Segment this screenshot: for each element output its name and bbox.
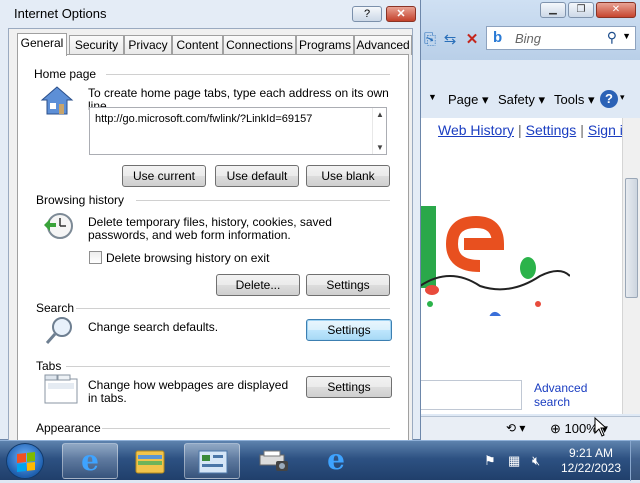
volume-muted-icon[interactable]: 🔇︎ bbox=[532, 453, 540, 469]
divider bbox=[102, 428, 390, 429]
general-tab-panel: Home page To create home page tabs, type… bbox=[17, 54, 409, 441]
home-page-textbox[interactable]: http://go.microsoft.com/fwlink/?LinkId=6… bbox=[89, 107, 387, 155]
tab-content[interactable]: Content bbox=[172, 35, 223, 55]
search-description: Change search defaults. bbox=[88, 320, 219, 334]
advanced-search-link[interactable]: Advanced search bbox=[534, 381, 622, 409]
taskbar-internet-explorer-2[interactable]: e bbox=[308, 443, 364, 479]
help-icon[interactable]: ? bbox=[600, 90, 618, 108]
web-page: Web History | Settings | Sign in Advanced se… bbox=[420, 118, 631, 414]
system-tray: ⚑ ▦ 🔇︎ 9:21 AM 12/22/2023 bbox=[478, 441, 640, 481]
control-panel-icon bbox=[198, 450, 228, 474]
close-button[interactable]: ✕ bbox=[386, 6, 416, 22]
use-default-button[interactable]: Use default bbox=[215, 165, 299, 187]
tab-connections[interactable]: Connections bbox=[223, 35, 296, 55]
compatibility-icon[interactable]: ⎘ bbox=[420, 30, 440, 50]
tabs-settings-button[interactable]: Settings bbox=[306, 376, 392, 398]
doodle-logo[interactable] bbox=[420, 206, 570, 316]
tools-menu[interactable]: Tools ▾ bbox=[554, 92, 595, 108]
tab-privacy[interactable]: Privacy bbox=[124, 35, 172, 55]
command-bar: ▼ Page ▾ Safety ▾ Tools ▾ ? ▾ bbox=[420, 88, 640, 112]
internet-options-dialog: Internet Options ? ✕ General Security Pr… bbox=[0, 0, 421, 441]
taskbar-devices[interactable] bbox=[246, 443, 302, 479]
divider bbox=[76, 308, 390, 309]
tab-programs[interactable]: Programs bbox=[296, 35, 354, 55]
safety-menu[interactable]: Safety ▾ bbox=[498, 92, 545, 108]
divider bbox=[136, 200, 390, 201]
internet-explorer-icon: e bbox=[327, 443, 345, 476]
network-icon[interactable]: ▦ bbox=[508, 453, 520, 469]
mouse-cursor-icon bbox=[594, 417, 608, 437]
tabs-description: Change how webpages are displayed in tab… bbox=[88, 378, 289, 405]
bing-logo-icon: b bbox=[493, 29, 503, 46]
scroll-down-icon[interactable]: ▼ bbox=[376, 143, 384, 152]
magnifier-icon bbox=[45, 317, 72, 344]
clock-time: 9:21 AM bbox=[568, 446, 614, 460]
page-search-input[interactable] bbox=[420, 380, 522, 410]
delete-history-button[interactable]: Delete... bbox=[216, 274, 300, 296]
use-current-button[interactable]: Use current bbox=[122, 165, 206, 187]
tabs-icon bbox=[44, 374, 78, 404]
folder-icon bbox=[135, 450, 165, 474]
stop-icon[interactable]: ✕ bbox=[462, 30, 482, 50]
home-icon bbox=[40, 86, 74, 115]
maximize-button[interactable]: ❐ bbox=[568, 2, 594, 18]
clock[interactable]: 9:21 AM 12/22/2023 bbox=[558, 446, 624, 476]
search-icon[interactable]: ⚲ bbox=[607, 29, 617, 46]
printer-camera-icon bbox=[259, 450, 288, 471]
divider bbox=[106, 74, 390, 75]
chevron-down-icon[interactable]: ▼ bbox=[622, 31, 631, 41]
taskbar: e e ⚑ ▦ 🔇︎ 9:21 AM 12/22/2023 bbox=[0, 440, 640, 481]
safety-menu-label: Safety bbox=[498, 92, 535, 107]
minimize-button[interactable]: ▁ bbox=[540, 2, 566, 18]
search-box[interactable]: b Bing ⚲ ▼ bbox=[486, 26, 636, 50]
refresh-icon[interactable]: ⇆ bbox=[440, 30, 460, 50]
browsing-history-heading: Browsing history bbox=[36, 193, 125, 207]
internet-explorer-icon: e bbox=[81, 444, 99, 477]
dialog-body: General Security Privacy Content Connect… bbox=[8, 28, 413, 441]
page-menu-label: Page bbox=[448, 92, 479, 107]
chevron-down-icon[interactable]: ▾ bbox=[620, 92, 625, 103]
search-heading: Search bbox=[36, 301, 75, 315]
page-scrollbar[interactable] bbox=[622, 118, 640, 414]
scrollbar-thumb[interactable] bbox=[625, 178, 638, 298]
action-center-flag-icon[interactable]: ⚑ bbox=[484, 453, 496, 469]
use-blank-button[interactable]: Use blank bbox=[306, 165, 390, 187]
taskbar-control-panel[interactable] bbox=[184, 443, 240, 479]
show-desktop-button[interactable] bbox=[630, 441, 640, 481]
browsing-history-description: Delete temporary files, history, cookies… bbox=[88, 215, 332, 242]
tab-advanced[interactable]: Advanced bbox=[354, 35, 412, 55]
tab-general[interactable]: General bbox=[17, 33, 67, 56]
history-settings-button[interactable]: Settings bbox=[306, 274, 390, 296]
home-page-heading: Home page bbox=[34, 67, 97, 81]
zoom-value: 100% bbox=[564, 421, 598, 436]
taskbar-internet-explorer[interactable]: e bbox=[62, 443, 118, 479]
delete-on-exit-label[interactable]: Delete browsing history on exit bbox=[106, 252, 269, 265]
browser-caption-buttons: ▁ ❐ ✕ bbox=[540, 2, 636, 18]
page-menu[interactable]: Page ▾ bbox=[448, 92, 489, 108]
taskbar-file-explorer[interactable] bbox=[122, 443, 178, 479]
scroll-up-icon[interactable]: ▲ bbox=[376, 110, 384, 119]
appearance-heading: Appearance bbox=[36, 421, 101, 435]
settings-link[interactable]: Settings bbox=[526, 122, 577, 138]
windows-logo-icon bbox=[17, 452, 35, 472]
divider bbox=[66, 366, 390, 367]
web-history-link[interactable]: Web History bbox=[438, 122, 514, 138]
search-settings-button[interactable]: Settings bbox=[306, 319, 392, 341]
protected-mode-icon[interactable]: ⟲ ▾ bbox=[506, 421, 525, 435]
help-button[interactable]: ? bbox=[352, 6, 382, 22]
start-button[interactable] bbox=[6, 443, 44, 479]
clock-date: 12/22/2023 bbox=[560, 461, 622, 475]
delete-on-exit-checkbox[interactable] bbox=[89, 251, 102, 264]
tab-security[interactable]: Security bbox=[69, 35, 124, 55]
dialog-title: Internet Options bbox=[14, 6, 107, 21]
tools-menu-label: Tools bbox=[554, 92, 585, 107]
home-page-url[interactable]: http://go.microsoft.com/fwlink/?LinkId=6… bbox=[95, 113, 312, 125]
textbox-scrollbar[interactable]: ▲ ▼ bbox=[372, 108, 386, 154]
history-clock-icon bbox=[44, 213, 73, 239]
search-input[interactable]: Bing bbox=[515, 31, 541, 46]
tabs-heading: Tabs bbox=[36, 359, 62, 373]
top-links: Web History | Settings | Sign in bbox=[438, 122, 631, 138]
chevron-down-icon: ▼ bbox=[428, 92, 437, 102]
browser-close-button[interactable]: ✕ bbox=[596, 2, 636, 18]
